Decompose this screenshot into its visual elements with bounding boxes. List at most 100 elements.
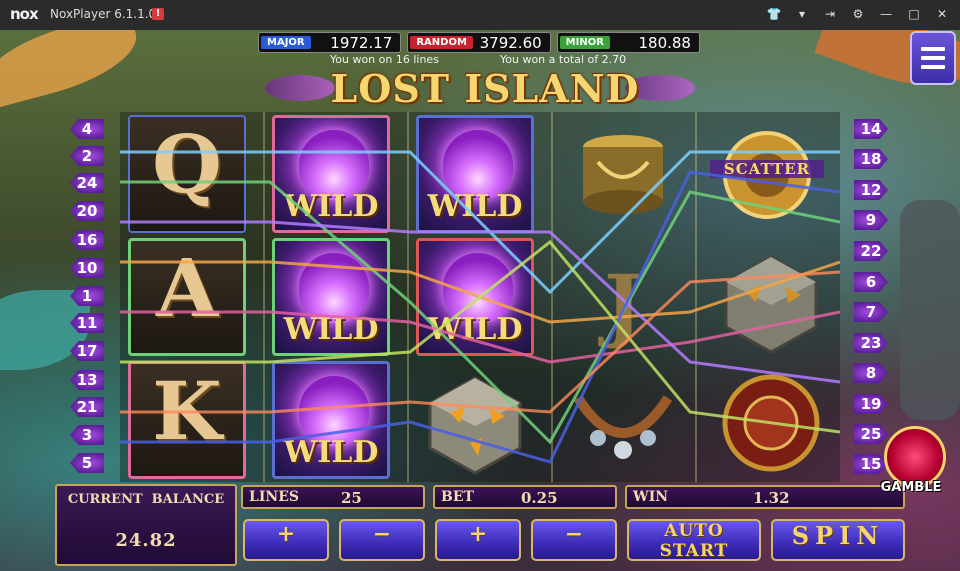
maximize-icon[interactable]: □ bbox=[906, 6, 922, 22]
symbol-letter: K bbox=[152, 364, 222, 458]
wild-symbol: WILD bbox=[416, 115, 534, 233]
drum-symbol bbox=[568, 122, 678, 232]
wild-symbol: WILD bbox=[272, 238, 390, 356]
balance-value: 24.82 bbox=[115, 530, 177, 551]
line-number-left: 4 bbox=[70, 119, 104, 139]
line-number-left: 21 bbox=[70, 397, 104, 417]
stone-cube-symbol bbox=[716, 247, 826, 357]
wild-label: WILD bbox=[283, 312, 379, 347]
jackpot-bar: MAJOR 1972.17 RANDOM 3792.60 MINOR 180.8… bbox=[258, 32, 700, 53]
line-number-right: 12 bbox=[854, 180, 888, 200]
chevron-down-icon[interactable]: ▾ bbox=[794, 6, 810, 22]
pin-icon[interactable]: ⇥ bbox=[822, 6, 838, 22]
wild-symbol: WILD bbox=[416, 238, 534, 356]
dice-icon bbox=[884, 426, 946, 488]
auto-start-button[interactable]: AUTO START bbox=[627, 519, 761, 561]
plus-label: + bbox=[468, 521, 488, 547]
nox-logo: nox bbox=[10, 5, 39, 23]
win-label: WIN bbox=[633, 489, 669, 505]
jackpot-tag: MAJOR bbox=[261, 36, 311, 49]
wild-label: WILD bbox=[283, 189, 379, 224]
necklace-symbol bbox=[568, 368, 678, 478]
wild-label: WILD bbox=[427, 189, 523, 224]
line-number-left: 2 bbox=[70, 146, 104, 166]
gamble-button[interactable]: GAMBLE bbox=[866, 420, 956, 510]
reel-separator bbox=[263, 112, 265, 482]
jackpot-tag: MINOR bbox=[559, 36, 610, 49]
minus-label: − bbox=[372, 521, 392, 547]
line-number-left: 10 bbox=[70, 258, 104, 278]
current-balance-panel: CURRENT BALANCE 24.82 bbox=[55, 484, 237, 566]
bet-value: 0.25 bbox=[521, 489, 558, 507]
reel-separator bbox=[551, 112, 553, 482]
foliage bbox=[0, 30, 146, 110]
wild-symbol: WILD bbox=[272, 115, 390, 233]
foliage bbox=[900, 200, 960, 420]
warning-icon[interactable]: ! bbox=[152, 8, 164, 20]
line-number-right: 9 bbox=[854, 210, 888, 230]
bet-plus-button[interactable]: + bbox=[435, 519, 521, 561]
spin-button[interactable]: SPIN bbox=[771, 519, 905, 561]
wild-symbol: WILD bbox=[272, 361, 390, 479]
title-bar: nox NoxPlayer 6.1.1.0 ! 👕 ▾ ⇥ ⚙ — □ ✕ bbox=[0, 0, 960, 30]
gamble-label: GAMBLE bbox=[880, 480, 942, 495]
symbol-k: K bbox=[128, 361, 246, 479]
bet-minus-button[interactable]: − bbox=[531, 519, 617, 561]
line-number-right: 19 bbox=[854, 394, 888, 414]
wild-label: WILD bbox=[283, 435, 379, 470]
jackpot-value: 180.88 bbox=[638, 33, 691, 52]
lines-value: 25 bbox=[341, 489, 362, 507]
hamburger-menu-icon[interactable] bbox=[910, 31, 956, 85]
svg-text:J: J bbox=[598, 257, 642, 351]
line-number-left: 24 bbox=[70, 173, 104, 193]
game-logo: LOST ISLAND bbox=[330, 66, 640, 111]
symbol-j: J bbox=[568, 247, 678, 357]
scatter-symbol: SCATTER bbox=[710, 120, 824, 230]
window-title: NoxPlayer 6.1.1.0 bbox=[50, 7, 157, 21]
symbol-letter: Q bbox=[152, 117, 222, 211]
win-value: 1.32 bbox=[753, 489, 790, 507]
line-number-right: 22 bbox=[854, 241, 888, 261]
lines-plus-button[interactable]: + bbox=[243, 519, 329, 561]
jackpot-value: 1972.17 bbox=[330, 33, 393, 52]
line-number-right: 8 bbox=[854, 363, 888, 383]
line-number-right: 7 bbox=[854, 302, 888, 322]
lines-minus-button[interactable]: − bbox=[339, 519, 425, 561]
line-number-left: 13 bbox=[70, 370, 104, 390]
wild-label: WILD bbox=[427, 312, 523, 347]
stone-cube-symbol bbox=[420, 368, 530, 478]
win-total-message: You won a total of 2.70 bbox=[500, 53, 627, 66]
medallion-symbol bbox=[716, 368, 826, 478]
line-number-right: 6 bbox=[854, 272, 888, 292]
minimize-icon[interactable]: — bbox=[878, 6, 894, 22]
minus-label: − bbox=[564, 521, 584, 547]
reel-separator bbox=[695, 112, 697, 482]
shirt-icon[interactable]: 👕 bbox=[766, 6, 782, 22]
symbol-letter: A bbox=[155, 241, 219, 335]
bet-display: BET 0.25 bbox=[433, 485, 617, 509]
line-number-left: 3 bbox=[70, 425, 104, 445]
line-number-right: 14 bbox=[854, 119, 888, 139]
auto-start-label: AUTO START bbox=[659, 521, 729, 561]
win-lines-message: You won on 16 lines bbox=[330, 53, 439, 66]
jackpot-tag: RANDOM bbox=[410, 36, 473, 49]
jackpot-minor: MINOR 180.88 bbox=[556, 32, 700, 53]
lines-display: LINES 25 bbox=[241, 485, 425, 509]
close-icon[interactable]: ✕ bbox=[934, 6, 950, 22]
scatter-label: SCATTER bbox=[710, 160, 824, 178]
jackpot-value: 3792.60 bbox=[479, 33, 542, 52]
balance-label: CURRENT BALANCE bbox=[67, 492, 225, 507]
line-number-right: 23 bbox=[854, 333, 888, 353]
reel-grid: Q A K WILD WILD WILD WILD WILD J SCATTER bbox=[120, 112, 840, 482]
jackpot-random: RANDOM 3792.60 bbox=[407, 32, 551, 53]
gear-icon[interactable]: ⚙ bbox=[850, 6, 866, 22]
symbol-q: Q bbox=[128, 115, 246, 233]
reel-separator bbox=[407, 112, 409, 482]
lines-label: LINES bbox=[249, 489, 299, 505]
game-area: MAJOR 1972.17 RANDOM 3792.60 MINOR 180.8… bbox=[0, 30, 960, 571]
win-display: WIN 1.32 bbox=[625, 485, 905, 509]
spin-label: SPIN bbox=[791, 521, 885, 550]
line-number-left: 5 bbox=[70, 453, 104, 473]
bet-label: BET bbox=[441, 489, 474, 505]
jackpot-major: MAJOR 1972.17 bbox=[258, 32, 402, 53]
